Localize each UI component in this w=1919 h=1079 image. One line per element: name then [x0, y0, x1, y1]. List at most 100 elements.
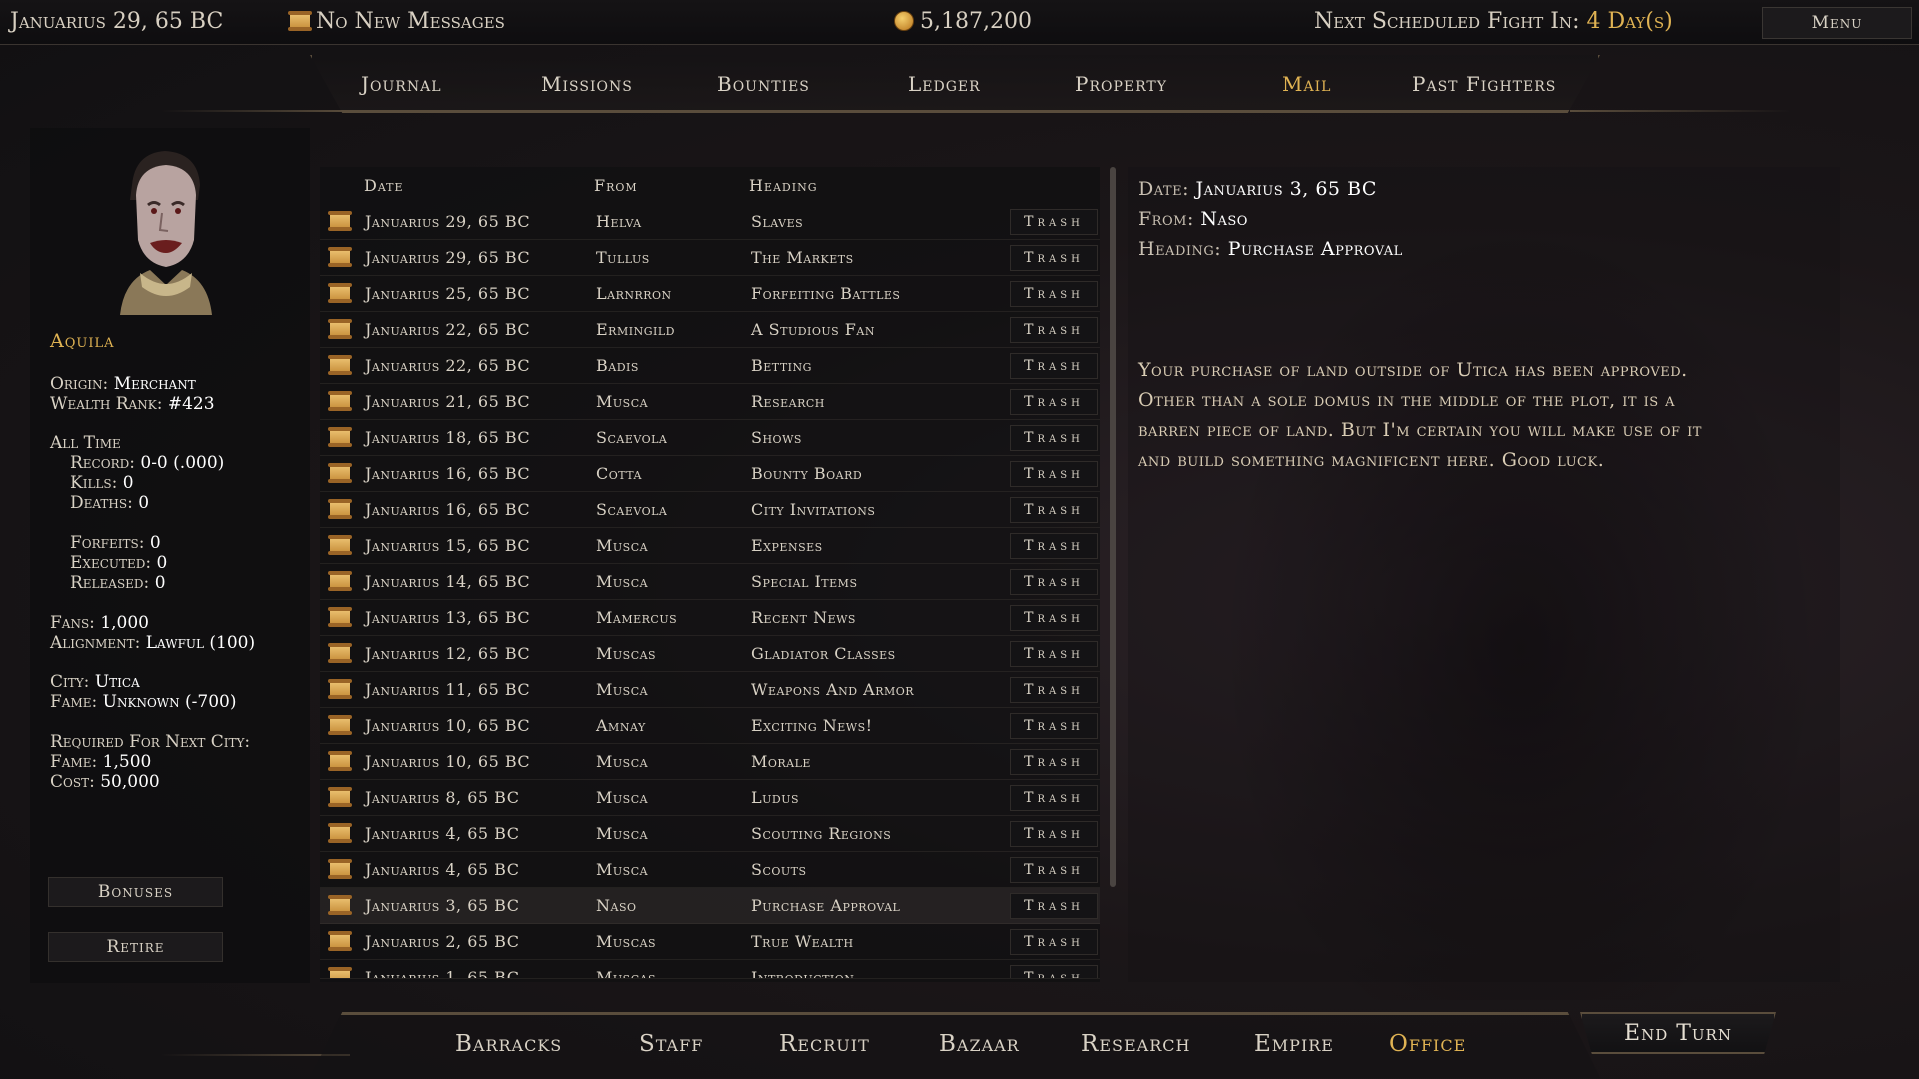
- mail-heading: The Markets: [751, 248, 854, 267]
- trash-button[interactable]: Trash: [1010, 245, 1098, 271]
- mail-row[interactable]: Januarius 21, 65 BC Musca Research Trash: [320, 384, 1100, 420]
- mail-date: Januarius 15, 65 BC: [365, 536, 531, 555]
- scroll-icon: [328, 391, 352, 411]
- messages-indicator[interactable]: No New Messages: [288, 9, 505, 34]
- scroll-icon: [328, 535, 352, 555]
- mail-row[interactable]: Januarius 22, 65 BC Ermingild A Studious F…: [320, 312, 1100, 348]
- mail-row[interactable]: Januarius 29, 65 BC Tullus The Markets Tras…: [320, 240, 1100, 276]
- mail-heading: Betting: [751, 356, 812, 375]
- menu-button[interactable]: Menu: [1762, 7, 1912, 39]
- nav-office[interactable]: Office: [1389, 1031, 1466, 1057]
- mail-sender: Helva: [596, 212, 642, 231]
- trash-button[interactable]: Trash: [1010, 785, 1098, 811]
- wealth-row: Wealth Rank: #423: [50, 394, 215, 414]
- end-turn-button[interactable]: End Turn: [1580, 1012, 1776, 1054]
- mail-sender: Larnrron: [596, 284, 672, 303]
- column-header-date[interactable]: Date: [364, 176, 404, 195]
- mail-row[interactable]: Januarius 2, 65 BC Muscas True Wealth Trash: [320, 924, 1100, 960]
- column-header-from[interactable]: From: [594, 176, 638, 195]
- mail-sender: Naso: [596, 896, 637, 915]
- trash-button[interactable]: Trash: [1010, 605, 1098, 631]
- mail-heading: A Studious Fan: [751, 320, 875, 339]
- tab-journal[interactable]: Journal: [361, 72, 442, 96]
- mail-heading: Special Items: [751, 572, 858, 591]
- scroll-icon: [328, 283, 352, 303]
- trash-button[interactable]: Trash: [1010, 389, 1098, 415]
- tab-bounties[interactable]: Bounties: [717, 72, 810, 96]
- mail-sender: Ermingild: [596, 320, 675, 339]
- trash-button[interactable]: Trash: [1010, 281, 1098, 307]
- nav-bazaar[interactable]: Bazaar: [939, 1031, 1020, 1057]
- mail-list-scrollbar[interactable]: [1110, 167, 1116, 887]
- detail-from: From: Naso: [1138, 208, 1248, 230]
- retire-button[interactable]: Retire: [48, 932, 223, 962]
- scroll-icon: [328, 715, 352, 735]
- mail-date: Januarius 29, 65 BC: [365, 212, 531, 231]
- trash-button[interactable]: Trash: [1010, 425, 1098, 451]
- origin-row: Origin: Merchant: [50, 374, 196, 394]
- tab-missions[interactable]: Missions: [541, 72, 633, 96]
- required-next-city-label: Required For Next City:: [50, 732, 251, 752]
- mail-date: Januarius 22, 65 BC: [365, 356, 531, 375]
- required-cost-row: Cost: 50,000: [50, 772, 160, 792]
- column-header-heading[interactable]: Heading: [749, 176, 818, 195]
- scroll-icon: [328, 787, 352, 807]
- nav-research[interactable]: Research: [1081, 1031, 1190, 1057]
- mail-row[interactable]: Januarius 15, 65 BC Musca Expenses Trash: [320, 528, 1100, 564]
- mail-row[interactable]: Januarius 16, 65 BC Cotta Bounty Board Tras…: [320, 456, 1100, 492]
- mail-row[interactable]: Januarius 4, 65 BC Musca Scouts Trash: [320, 852, 1100, 888]
- tab-mail[interactable]: Mail: [1282, 72, 1331, 96]
- tab-past-fighters[interactable]: Past Fighters: [1412, 72, 1556, 96]
- mail-row[interactable]: Januarius 18, 65 BC Scaevola Shows Trash: [320, 420, 1100, 456]
- mail-row[interactable]: Januarius 29, 65 BC Helva Slaves Trash: [320, 204, 1100, 240]
- mail-date: Januarius 10, 65 BC: [365, 752, 531, 771]
- trash-button[interactable]: Trash: [1010, 353, 1098, 379]
- mail-row[interactable]: Januarius 10, 65 BC Amnay Exciting News! Tr…: [320, 708, 1100, 744]
- nav-recruit[interactable]: Recruit: [779, 1031, 870, 1057]
- mail-sender: Musca: [596, 860, 649, 879]
- trash-button[interactable]: Trash: [1010, 497, 1098, 523]
- trash-button[interactable]: Trash: [1010, 533, 1098, 559]
- mail-row[interactable]: Januarius 8, 65 BC Musca Ludus Trash: [320, 780, 1100, 816]
- trash-button[interactable]: Trash: [1010, 461, 1098, 487]
- mail-row[interactable]: Januarius 4, 65 BC Musca Scouting Regions T…: [320, 816, 1100, 852]
- deaths-row: Deaths: 0: [70, 493, 150, 513]
- trash-button[interactable]: Trash: [1010, 677, 1098, 703]
- scroll-icon: [328, 967, 352, 978]
- trash-button[interactable]: Trash: [1010, 857, 1098, 883]
- mail-row[interactable]: Januarius 14, 65 BC Musca Special Items Tra…: [320, 564, 1100, 600]
- mail-sender: Muscas: [596, 932, 657, 951]
- mail-row[interactable]: Januarius 12, 65 BC Muscas Gladiator Class…: [320, 636, 1100, 672]
- trash-button[interactable]: Trash: [1010, 893, 1098, 919]
- trash-button[interactable]: Trash: [1010, 317, 1098, 343]
- trash-button[interactable]: Trash: [1010, 929, 1098, 955]
- alltime-label: All Time: [50, 433, 121, 453]
- nav-barracks[interactable]: Barracks: [455, 1031, 562, 1057]
- trash-button[interactable]: Trash: [1010, 965, 1098, 978]
- mail-row[interactable]: Januarius 3, 65 BC Naso Purchase Approval T…: [320, 888, 1100, 924]
- mail-heading: Recent News: [751, 608, 856, 627]
- tab-property[interactable]: Property: [1075, 72, 1167, 96]
- bonuses-button[interactable]: Bonuses: [48, 877, 223, 907]
- mail-row[interactable]: Januarius 13, 65 BC Mamercus Recent News Tr…: [320, 600, 1100, 636]
- mail-row[interactable]: Januarius 22, 65 BC Badis Betting Trash: [320, 348, 1100, 384]
- mail-row[interactable]: Januarius 1, 65 BC Muscas Introduction Tras…: [320, 960, 1100, 979]
- trash-button[interactable]: Trash: [1010, 569, 1098, 595]
- mail-row[interactable]: Januarius 10, 65 BC Musca Morale Trash: [320, 744, 1100, 780]
- mail-row[interactable]: Januarius 16, 65 BC Scaevola City Invitati…: [320, 492, 1100, 528]
- nav-empire[interactable]: Empire: [1254, 1031, 1334, 1057]
- trash-button[interactable]: Trash: [1010, 641, 1098, 667]
- mail-date: Januarius 12, 65 BC: [365, 644, 531, 663]
- mail-date: Januarius 18, 65 BC: [365, 428, 531, 447]
- mail-row[interactable]: Januarius 25, 65 BC Larnrron Forfeiting Ba…: [320, 276, 1100, 312]
- tab-ledger[interactable]: Ledger: [908, 72, 981, 96]
- mail-date: Januarius 3, 65 BC: [365, 896, 520, 915]
- trash-button[interactable]: Trash: [1010, 209, 1098, 235]
- scroll-icon: [328, 427, 352, 447]
- trash-button[interactable]: Trash: [1010, 713, 1098, 739]
- trash-button[interactable]: Trash: [1010, 821, 1098, 847]
- nav-staff[interactable]: Staff: [639, 1031, 703, 1057]
- mail-row[interactable]: Januarius 11, 65 BC Musca Weapons And Armo…: [320, 672, 1100, 708]
- trash-button[interactable]: Trash: [1010, 749, 1098, 775]
- record-row: Record: 0-0 (.000): [70, 453, 225, 473]
